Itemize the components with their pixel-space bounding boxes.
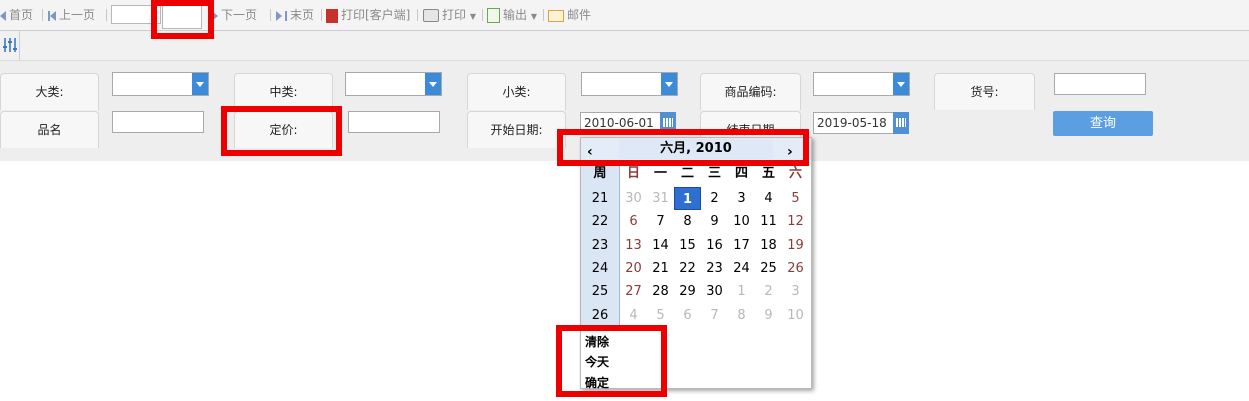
calendar-day[interactable]: 9	[701, 210, 728, 233]
last-page-icon	[276, 10, 282, 21]
end-date-input[interactable]: 2019-05-18	[813, 112, 909, 134]
chevron-down-icon[interactable]	[192, 73, 208, 95]
calendar-day[interactable]: 31	[647, 187, 674, 210]
highlight-box	[556, 325, 667, 397]
last-page-button[interactable]: 末页	[276, 7, 314, 23]
calendar-day[interactable]: 6	[674, 304, 701, 327]
calendar-day[interactable]: 18	[755, 234, 782, 257]
mail-icon	[548, 9, 564, 22]
calendar-day[interactable]: 10	[728, 210, 755, 233]
category-label: 大类:	[0, 73, 99, 110]
settings-sliders-icon[interactable]	[2, 37, 18, 53]
calendar-day[interactable]: 2	[701, 187, 728, 210]
highlight-box	[151, 0, 214, 39]
calendar-day[interactable]: 2	[755, 280, 782, 303]
export-icon	[487, 8, 500, 23]
calendar-day[interactable]: 23	[701, 257, 728, 280]
mail-button[interactable]: 邮件	[548, 7, 591, 23]
start-date-label: 开始日期:	[467, 111, 566, 148]
calendar-day[interactable]: 1	[674, 187, 701, 210]
calendar-day[interactable]: 30	[620, 187, 647, 210]
calendar-day[interactable]: 20	[620, 257, 647, 280]
name-label: 品名	[0, 111, 99, 148]
calendar-day[interactable]: 19	[782, 234, 809, 257]
category-select[interactable]	[112, 72, 209, 96]
sub-category-label: 小类:	[467, 73, 566, 110]
calendar-day[interactable]: 8	[674, 210, 701, 233]
week-number: 24	[591, 260, 609, 276]
calendar-day[interactable]: 1	[728, 280, 755, 303]
highlight-box	[557, 129, 809, 166]
first-page-icon	[0, 10, 6, 21]
calendar-day[interactable]: 7	[647, 210, 674, 233]
calendar-day[interactable]: 30	[701, 280, 728, 303]
prev-page-button[interactable]: 上一页	[48, 7, 95, 23]
print-button[interactable]: 打印 ▼	[423, 7, 476, 23]
printer-icon	[423, 9, 439, 22]
calendar-day[interactable]: 5	[647, 304, 674, 327]
mid-category-label: 中类:	[234, 73, 333, 110]
item-no-input[interactable]	[1054, 73, 1146, 95]
chevron-down-icon[interactable]	[893, 73, 909, 95]
product-code-select[interactable]	[813, 72, 910, 96]
query-button[interactable]: 查询	[1053, 111, 1153, 136]
calendar-day[interactable]: 8	[728, 304, 755, 327]
week-number: 26	[591, 307, 609, 323]
calendar-day[interactable]: 27	[620, 280, 647, 303]
calendar-day[interactable]: 4	[620, 304, 647, 327]
print-client-button[interactable]: 打印[客户端]	[326, 7, 410, 23]
chevron-down-icon[interactable]	[425, 73, 441, 95]
calendar-day[interactable]: 11	[755, 210, 782, 233]
product-code-label: 商品编码:	[700, 73, 801, 110]
calendar-day[interactable]: 26	[782, 257, 809, 280]
calendar-day[interactable]: 7	[701, 304, 728, 327]
prev-page-icon	[50, 10, 56, 21]
name-input[interactable]	[112, 111, 204, 133]
calendar-day[interactable]: 17	[728, 234, 755, 257]
chevron-down-icon: ▼	[530, 12, 537, 21]
calendar-day[interactable]: 15	[674, 234, 701, 257]
calendar-icon[interactable]	[893, 112, 909, 134]
chevron-down-icon: ▼	[469, 12, 476, 21]
export-button[interactable]: 输出 ▼	[487, 7, 537, 23]
calendar-day[interactable]: 12	[782, 210, 809, 233]
calendar-day[interactable]: 28	[647, 280, 674, 303]
pdf-icon	[326, 8, 338, 23]
week-number: 21	[591, 191, 609, 206]
calendar-day[interactable]: 5	[782, 187, 809, 210]
price-input[interactable]	[348, 111, 440, 133]
week-number: 22	[591, 214, 609, 230]
week-number: 23	[591, 237, 609, 253]
calendar-day[interactable]: 25	[755, 257, 782, 280]
calendar-day[interactable]: 6	[620, 210, 647, 233]
sub-category-select[interactable]	[581, 72, 678, 96]
next-page-button[interactable]: 下一页	[212, 7, 257, 23]
item-no-label: 货号:	[934, 73, 1035, 110]
calendar-day[interactable]: 29	[674, 280, 701, 303]
week-number: 25	[591, 284, 609, 300]
calendar-day[interactable]: 3	[782, 280, 809, 303]
calendar-day[interactable]: 21	[647, 257, 674, 280]
highlight-box	[221, 106, 342, 156]
calendar-day[interactable]: 3	[728, 187, 755, 210]
calendar-day[interactable]: 24	[728, 257, 755, 280]
calendar-day[interactable]: 10	[782, 304, 809, 327]
calendar-day[interactable]: 4	[755, 187, 782, 210]
calendar-day[interactable]: 9	[755, 304, 782, 327]
calendar-day[interactable]: 16	[701, 234, 728, 257]
first-page-button[interactable]: 首页	[0, 7, 33, 23]
calendar-day[interactable]: 22	[674, 257, 701, 280]
chevron-down-icon[interactable]	[661, 73, 677, 95]
calendar-day[interactable]: 13	[620, 234, 647, 257]
calendar-day[interactable]: 14	[647, 234, 674, 257]
mid-category-select[interactable]	[345, 72, 442, 96]
